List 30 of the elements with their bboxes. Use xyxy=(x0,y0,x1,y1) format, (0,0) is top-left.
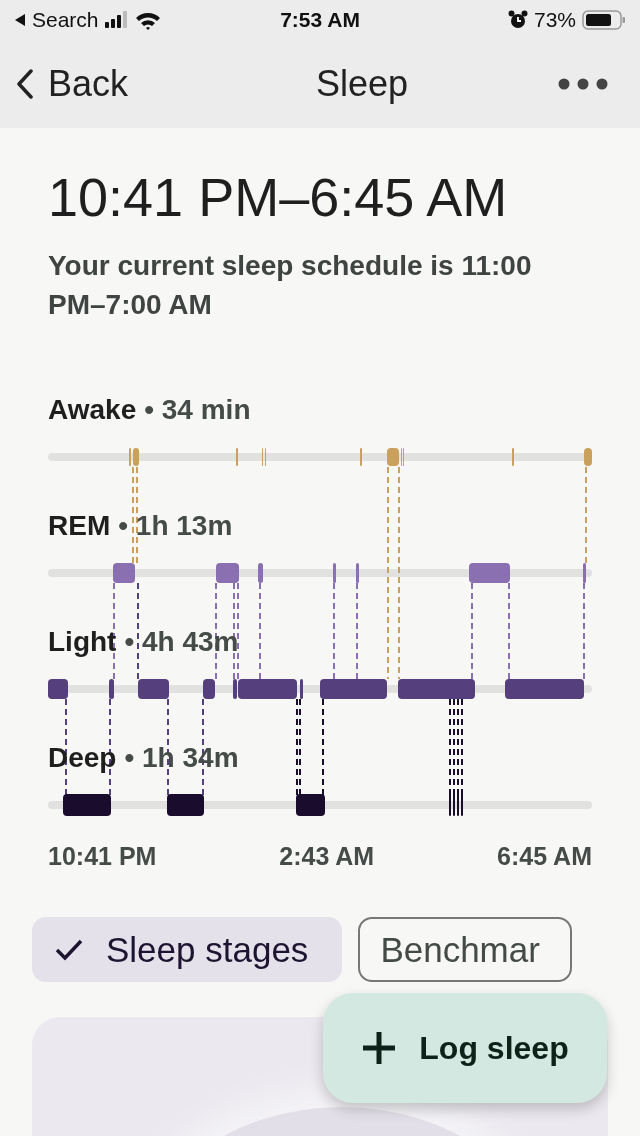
stage-name: Deep xyxy=(48,742,117,774)
time-axis-label: 2:43 AM xyxy=(279,841,375,871)
sleep-schedule-text: Your current sleep schedule is 11:00 PM–7:00 AM xyxy=(48,249,533,322)
more-options-icon[interactable] xyxy=(558,78,608,90)
stage-duration: • 34 min xyxy=(144,394,251,426)
back-triangle-icon[interactable] xyxy=(14,13,26,27)
stage-name: Light xyxy=(48,626,117,658)
signal-icon xyxy=(104,11,129,29)
back-app-label[interactable]: Search xyxy=(32,8,99,32)
stage-duration: • 4h 43m xyxy=(124,626,239,658)
filter-chip[interactable]: Benchmar xyxy=(358,917,572,982)
sleep-time-range: 10:41 PM–6:45 AM xyxy=(48,166,509,229)
status-time: 7:53 AM xyxy=(280,8,360,32)
stage-duration: • 1h 13m xyxy=(118,510,233,542)
time-axis-label: 10:41 PM xyxy=(48,841,157,871)
stage-name: REM xyxy=(48,510,111,542)
filter-chip[interactable]: Sleep stages xyxy=(32,917,343,982)
plus-icon xyxy=(361,1030,398,1066)
stage-duration: • 1h 34m xyxy=(124,742,239,774)
wifi-icon xyxy=(134,10,161,30)
alarm-clock-icon xyxy=(507,10,528,30)
battery-percentage: 73% xyxy=(533,8,576,32)
back-button[interactable]: Back xyxy=(16,63,166,105)
battery-icon xyxy=(582,10,626,30)
time-axis-label: 6:45 AM xyxy=(497,841,592,871)
chevron-left-icon xyxy=(16,69,34,99)
screen-title: Sleep xyxy=(315,63,409,105)
checkmark-icon xyxy=(54,937,84,962)
stage-name: Awake xyxy=(48,394,137,426)
log-sleep-button[interactable]: Log sleep xyxy=(323,993,607,1103)
